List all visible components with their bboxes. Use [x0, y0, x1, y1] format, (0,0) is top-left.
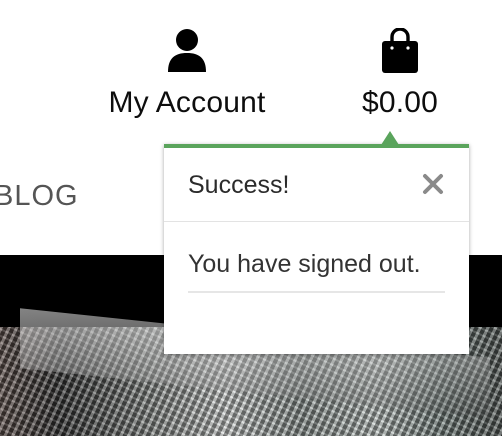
- cart-link[interactable]: $0.00: [350, 28, 450, 120]
- notification-body: You have signed out.: [164, 222, 469, 293]
- user-icon: [168, 29, 206, 72]
- close-icon[interactable]: [421, 172, 445, 196]
- cart-total: $0.00: [361, 86, 439, 119]
- my-account-link[interactable]: My Account: [102, 28, 272, 120]
- nav-blog-link[interactable]: BLOG: [0, 180, 79, 213]
- popup-arrow: [381, 131, 399, 145]
- shopping-bag-icon: [382, 28, 418, 73]
- my-account-label: My Account: [108, 86, 266, 119]
- notification-header: Success!: [164, 148, 469, 222]
- notification-message: You have signed out.: [188, 250, 445, 293]
- notification-popup: Success! You have signed out.: [164, 131, 469, 354]
- notification-title: Success!: [188, 171, 290, 199]
